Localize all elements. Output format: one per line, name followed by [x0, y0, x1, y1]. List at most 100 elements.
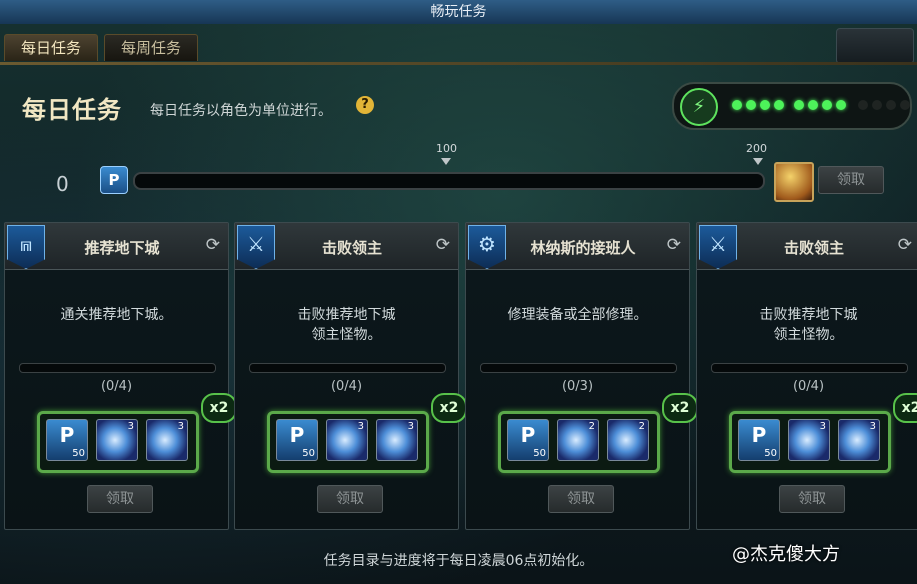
p-letter: P [751, 423, 767, 447]
card-description-line: 领主怪物。 [311, 327, 382, 343]
gate-icon: ⩎ [7, 225, 45, 269]
claim-button[interactable]: 领取 [87, 485, 153, 513]
p-reward-amount: 50 [764, 448, 777, 459]
milestone-100-label: 100 [436, 142, 457, 155]
gear-icon: ⚙ [468, 225, 506, 269]
orb-reward-slot[interactable]: 3 [146, 419, 188, 461]
p-reward-amount: 50 [72, 448, 85, 459]
sword-icon: ⚔ [699, 225, 737, 269]
orb-reward-slot[interactable]: 3 [838, 419, 880, 461]
card-description: 修理装备或全部修理。 [476, 305, 679, 325]
orb-reward-slot[interactable]: 3 [96, 419, 138, 461]
card-title: 击败领主 [783, 239, 844, 257]
energy-dot [746, 100, 756, 110]
orb-reward-slot[interactable]: 2 [557, 419, 599, 461]
card-progress-count: (0/3) [561, 379, 594, 394]
card-progress-bar [480, 363, 677, 373]
energy-dot [760, 100, 770, 110]
card-header: ⚔ 击败领主 ⟳ [235, 223, 458, 270]
card-progress-count: (0/4) [100, 379, 133, 394]
page-title: 每日任务 [22, 95, 122, 124]
claim-progress-button[interactable]: 领取 [818, 166, 884, 194]
multiplier-badge: x2 [201, 393, 237, 423]
p-reward-slot[interactable]: P 50 [507, 419, 549, 461]
orb-count: 3 [407, 421, 414, 432]
orb-count: 3 [819, 421, 826, 432]
card-description: 通关推荐地下城。 [15, 305, 218, 325]
card-title: 推荐地下城 [84, 239, 160, 257]
p-point-icon: P [100, 166, 128, 194]
quest-card: ⩎ 推荐地下城 ⟳ 通关推荐地下城。 (0/4) P 50 3 3 x2 领取 [4, 222, 237, 530]
card-title: 林纳斯的接班人 [530, 239, 636, 257]
energy-dot [900, 100, 910, 110]
card-header: ⚔ 击败领主 ⟳ [697, 223, 917, 270]
card-description-line: 修理装备或全部修理。 [507, 307, 648, 323]
energy-dot [774, 100, 784, 110]
orb-count: 3 [357, 421, 364, 432]
quest-card: ⚔ 击败领主 ⟳ 击败推荐地下城 领主怪物。 (0/4) P 50 3 3 x2 领取 [234, 222, 467, 530]
page-subtitle: 每日任务以角色为单位进行。 [150, 103, 332, 119]
orb-reward-slot[interactable]: 3 [788, 419, 830, 461]
battery-icon: ⚡ [680, 88, 718, 126]
energy-dot [836, 100, 846, 110]
orb-count: 3 [869, 421, 876, 432]
progress-value: 0 [56, 172, 69, 196]
tab-daily[interactable]: 每日任务 [4, 34, 98, 61]
top-right-panel [836, 28, 914, 64]
refresh-icon[interactable]: ⟳ [898, 235, 912, 255]
energy-meter: ⚡ [672, 82, 912, 130]
milestone-200-marker [753, 158, 763, 165]
card-header: ⚙ 林纳斯的接班人 ⟳ [466, 223, 689, 270]
claim-button[interactable]: 领取 [548, 485, 614, 513]
p-letter: P [289, 423, 305, 447]
card-description-line: 击败推荐地下城 [759, 307, 858, 323]
card-title: 击败领主 [321, 239, 382, 257]
energy-dot [732, 100, 742, 110]
multiplier-badge: x2 [893, 393, 917, 423]
refresh-icon[interactable]: ⟳ [667, 235, 681, 255]
orb-reward-slot[interactable]: 2 [607, 419, 649, 461]
reward-box: P 50 3 3 [37, 411, 199, 473]
reward-box: P 50 2 2 [498, 411, 660, 473]
sword-icon: ⚔ [237, 225, 275, 269]
card-description-line: 领主怪物。 [773, 327, 844, 343]
watermark: @杰克傻大方 [732, 544, 840, 565]
card-progress-bar [249, 363, 446, 373]
claim-button[interactable]: 领取 [779, 485, 845, 513]
energy-dot [822, 100, 832, 110]
card-progress-count: (0/4) [792, 379, 825, 394]
energy-dot [872, 100, 882, 110]
card-progress-count: (0/4) [330, 379, 363, 394]
p-reward-slot[interactable]: P 50 [46, 419, 88, 461]
claim-button[interactable]: 领取 [317, 485, 383, 513]
card-progress-bar [19, 363, 216, 373]
card-progress-bar [711, 363, 908, 373]
p-reward-slot[interactable]: P 50 [738, 419, 780, 461]
tab-divider [0, 62, 917, 65]
orb-reward-slot[interactable]: 3 [326, 419, 368, 461]
p-letter: P [59, 423, 75, 447]
orb-count: 3 [177, 421, 184, 432]
orb-count: 2 [588, 421, 595, 432]
energy-dot [858, 100, 868, 110]
reward-box: P 50 3 3 [267, 411, 429, 473]
quest-card: ⚙ 林纳斯的接班人 ⟳ 修理装备或全部修理。 (0/3) P 50 2 2 x2 领取 [465, 222, 698, 530]
orb-reward-slot[interactable]: 3 [376, 419, 418, 461]
p-reward-amount: 50 [533, 448, 546, 459]
help-icon[interactable]: ? [356, 96, 374, 114]
milestone-reward-icon[interactable] [774, 162, 814, 202]
refresh-icon[interactable]: ⟳ [206, 235, 220, 255]
card-description-line: 击败推荐地下城 [297, 307, 396, 323]
tab-weekly[interactable]: 每周任务 [104, 34, 198, 61]
p-reward-slot[interactable]: P 50 [276, 419, 318, 461]
refresh-icon[interactable]: ⟳ [436, 235, 450, 255]
energy-dot [794, 100, 804, 110]
energy-dot [886, 100, 896, 110]
progress-bar [133, 172, 765, 190]
quest-card: ⚔ 击败领主 ⟳ 击败推荐地下城 领主怪物。 (0/4) P 50 3 3 x2 领取 [696, 222, 917, 530]
multiplier-badge: x2 [662, 393, 698, 423]
p-reward-amount: 50 [302, 448, 315, 459]
window-title: 畅玩任务 [0, 0, 917, 25]
milestone-100-marker [441, 158, 451, 165]
reward-box: P 50 3 3 [729, 411, 891, 473]
